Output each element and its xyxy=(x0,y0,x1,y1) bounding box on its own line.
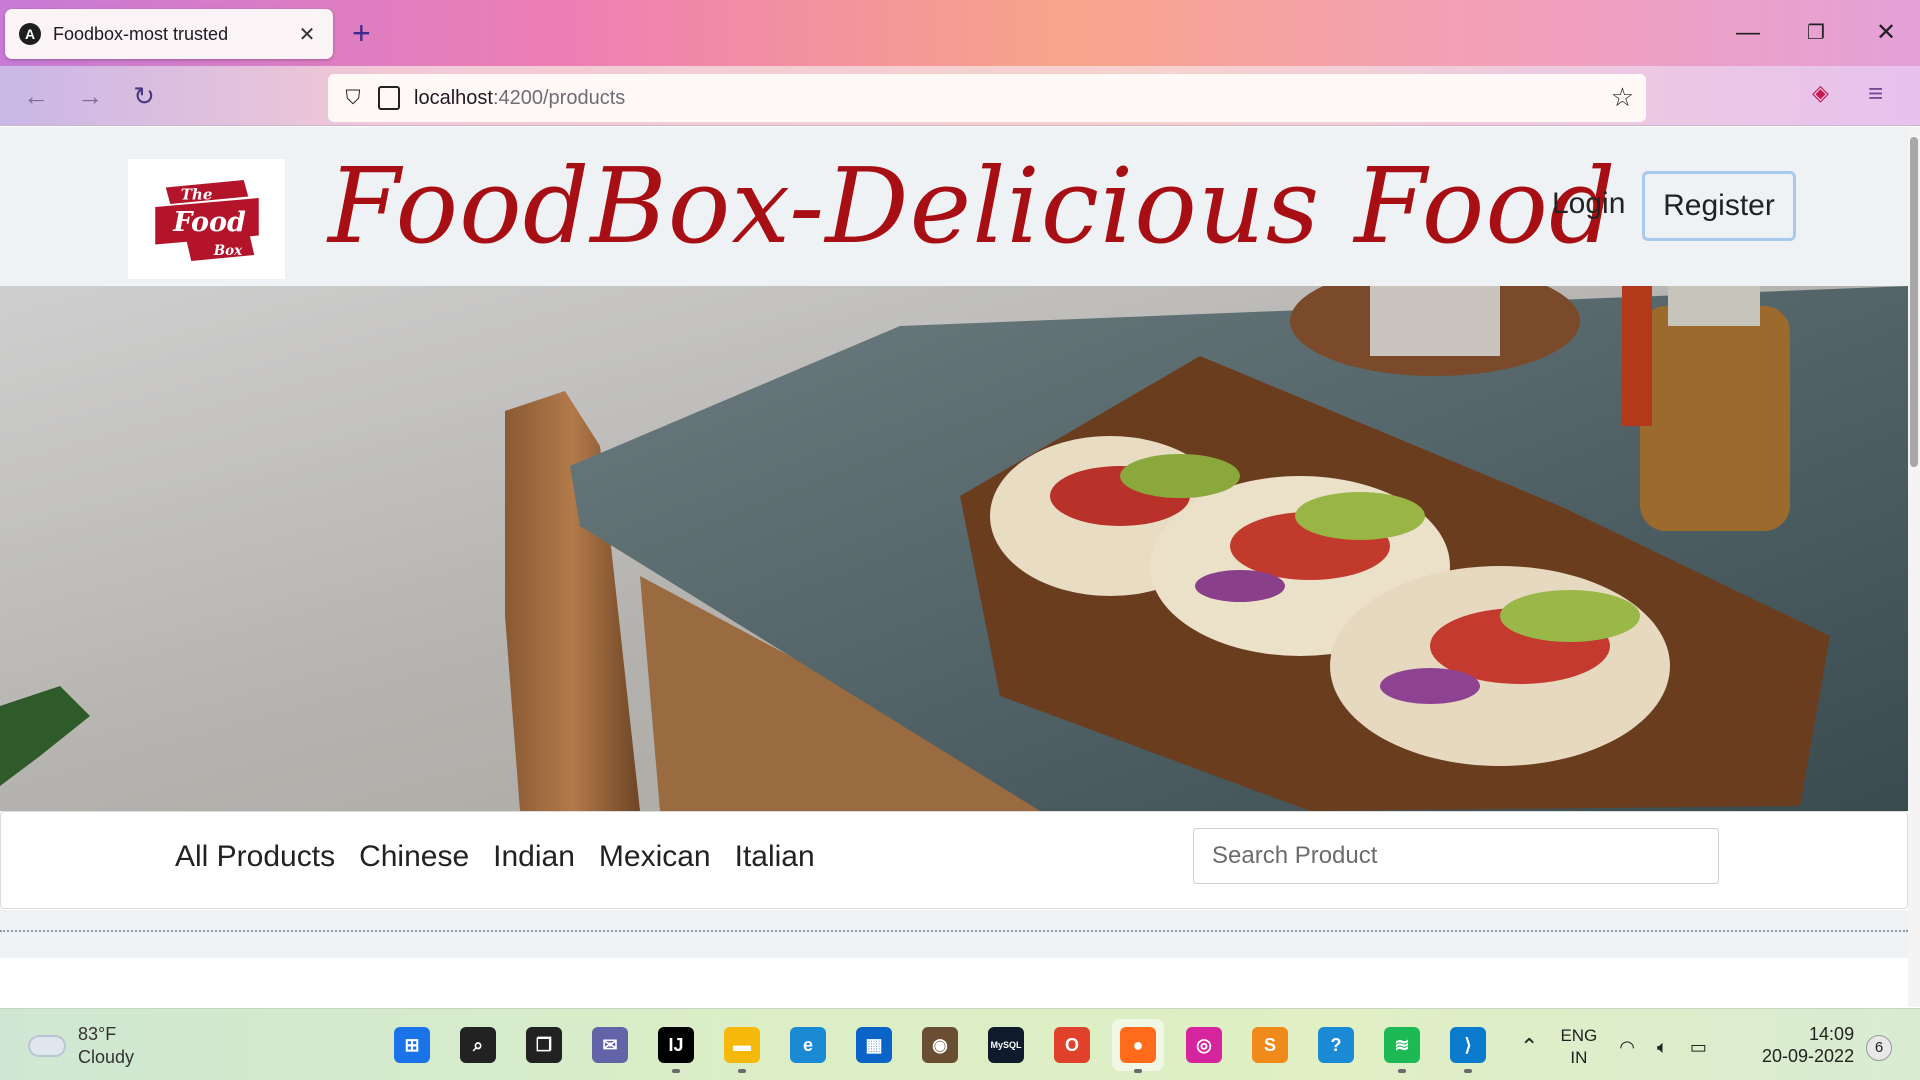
tacos-photo xyxy=(0,286,1908,811)
office-icon-glyph: O xyxy=(1054,1027,1090,1063)
spotify-icon[interactable]: ≋ xyxy=(1376,1019,1428,1073)
vscode-icon[interactable]: ⟩ xyxy=(1442,1019,1494,1073)
category-navigation-bar: All Products Chinese Indian Mexican Ital… xyxy=(0,811,1908,909)
register-button[interactable]: Register xyxy=(1642,171,1796,241)
task-view-icon[interactable]: ❐ xyxy=(518,1019,570,1071)
hero-banner-image xyxy=(0,286,1908,811)
mysql-icon-glyph: MySQL xyxy=(988,1027,1024,1063)
system-tray: ⌃ ENG IN ◠ 🔈︎ ▭ xyxy=(1520,1025,1707,1069)
running-indicator xyxy=(672,1069,680,1073)
store-icon[interactable]: ▦ xyxy=(848,1019,900,1071)
wifi-icon[interactable]: ◠ xyxy=(1619,1037,1635,1058)
running-indicator xyxy=(1398,1069,1406,1073)
language-indicator[interactable]: ENG IN xyxy=(1560,1025,1597,1069)
products-content-area xyxy=(0,910,1908,958)
site-header: The Food Box FoodBox-Delicious Food Logi… xyxy=(0,127,1908,286)
running-indicator xyxy=(1464,1069,1472,1073)
tracking-shield-icon[interactable]: ⛉ xyxy=(338,87,368,110)
show-hidden-icons-icon[interactable]: ⌃ xyxy=(1520,1034,1538,1060)
edge-icon-glyph: e xyxy=(790,1027,826,1063)
svg-text:The: The xyxy=(180,186,212,204)
clock-date: 20-09-2022 xyxy=(1762,1046,1855,1066)
office-icon[interactable]: O xyxy=(1046,1019,1098,1071)
volume-icon[interactable]: 🔈︎ xyxy=(1657,1037,1668,1058)
pocket-icon[interactable]: ◈ xyxy=(1812,80,1829,106)
instagram-icon[interactable]: ◎ xyxy=(1178,1019,1230,1071)
reload-icon[interactable]: ↻ xyxy=(126,78,162,114)
back-arrow-icon[interactable]: ← xyxy=(18,78,54,114)
spotify-icon-glyph: ≋ xyxy=(1384,1027,1420,1063)
bookmark-star-icon[interactable]: ☆ xyxy=(1611,82,1634,113)
weather-widget[interactable]: 83°F Cloudy xyxy=(28,1023,134,1069)
close-tab-icon[interactable]: ✕ xyxy=(295,22,319,47)
browser-tab-strip: A Foodbox-most trusted ✕ + — ❐ ✕ xyxy=(0,0,1920,66)
restore-window-button[interactable]: ❐ xyxy=(1796,16,1836,50)
category-links: All Products Chinese Indian Mexican Ital… xyxy=(175,840,815,874)
system-clock[interactable]: 14:09 20-09-2022 xyxy=(1762,1023,1854,1067)
category-italian[interactable]: Italian xyxy=(735,840,815,874)
dotted-divider xyxy=(0,930,1908,932)
weather-condition: Cloudy xyxy=(78,1047,135,1067)
new-tab-button[interactable]: + xyxy=(352,16,371,50)
search-product-input[interactable] xyxy=(1193,828,1719,884)
page-info-icon[interactable] xyxy=(378,86,400,110)
category-indian[interactable]: Indian xyxy=(493,840,575,874)
teams-chat-icon-glyph: ✉ xyxy=(592,1027,628,1063)
angular-favicon-icon: A xyxy=(19,23,41,45)
weather-temperature: 83°F xyxy=(78,1024,117,1044)
foodbox-logo[interactable]: The Food Box xyxy=(128,159,285,279)
github-desktop-icon[interactable]: ◉ xyxy=(914,1019,966,1071)
file-explorer-icon[interactable]: ▬ xyxy=(716,1019,768,1073)
category-chinese[interactable]: Chinese xyxy=(359,840,469,874)
tab-title: Foodbox-most trusted xyxy=(53,23,229,44)
logo-ribbon-icon: The Food Box xyxy=(154,180,259,261)
clock-time: 14:09 xyxy=(1809,1024,1855,1044)
edge-icon[interactable]: e xyxy=(782,1019,834,1071)
hamburger-menu-icon[interactable]: ≡ xyxy=(1868,78,1883,109)
svg-text:Box: Box xyxy=(212,243,242,259)
notification-count-badge[interactable]: 6 xyxy=(1866,1035,1892,1061)
cloud-icon xyxy=(28,1035,66,1057)
instagram-icon-glyph: ◎ xyxy=(1186,1027,1222,1063)
browser-tab[interactable]: A Foodbox-most trusted ✕ xyxy=(5,9,333,59)
login-link[interactable]: Login xyxy=(1552,187,1625,221)
svg-text:Food: Food xyxy=(172,207,246,238)
store-icon-glyph: ▦ xyxy=(856,1027,892,1063)
help-icon[interactable]: ? xyxy=(1310,1019,1362,1071)
taskbar-apps: ⊞ ⌕ ❐ ✉ IJ ▬ e ▦ ◉ MySQL O ● ◎ S? ≋ ⟩ xyxy=(386,1019,1494,1073)
category-mexican[interactable]: Mexican xyxy=(599,840,711,874)
search-icon-glyph: ⌕ xyxy=(460,1027,496,1063)
browser-navigation-bar: ← → ↻ ⛉ localhost:4200/products ☆ ◈ ≡ xyxy=(0,66,1920,126)
task-view-icon-glyph: ❐ xyxy=(526,1027,562,1063)
url-text[interactable]: localhost:4200/products xyxy=(414,87,625,110)
running-indicator xyxy=(738,1069,746,1073)
firefox-icon[interactable]: ● xyxy=(1112,1019,1164,1073)
start-icon-glyph: ⊞ xyxy=(394,1027,430,1063)
sublime-icon[interactable]: S xyxy=(1244,1019,1296,1071)
minimize-window-button[interactable]: — xyxy=(1728,16,1768,50)
close-window-button[interactable]: ✕ xyxy=(1866,16,1906,50)
site-title: FoodBox-Delicious Food xyxy=(328,145,1617,267)
page-scrollbar[interactable] xyxy=(1908,127,1920,1007)
start-icon[interactable]: ⊞ xyxy=(386,1019,438,1071)
search-icon[interactable]: ⌕ xyxy=(452,1019,504,1071)
github-desktop-icon-glyph: ◉ xyxy=(922,1027,958,1063)
vscode-icon-glyph: ⟩ xyxy=(1450,1027,1486,1063)
scrollbar-thumb[interactable] xyxy=(1910,137,1918,467)
running-indicator xyxy=(1134,1069,1142,1073)
help-icon-glyph: ? xyxy=(1318,1027,1354,1063)
file-explorer-icon-glyph: ▬ xyxy=(724,1027,760,1063)
teams-chat-icon[interactable]: ✉ xyxy=(584,1019,636,1071)
windows-taskbar: 83°F Cloudy ⊞ ⌕ ❐ ✉ IJ ▬ e ▦ ◉ MySQL O ● ◎ S? ≋ ⟩ ⌃ ENG… xyxy=(0,1008,1920,1080)
mysql-icon[interactable]: MySQL xyxy=(980,1019,1032,1071)
intellij-icon[interactable]: IJ xyxy=(650,1019,702,1073)
battery-icon[interactable]: ▭ xyxy=(1690,1037,1707,1058)
forward-arrow-icon[interactable]: → xyxy=(72,78,108,114)
firefox-icon-glyph: ● xyxy=(1120,1027,1156,1063)
sublime-icon-glyph: S xyxy=(1252,1027,1288,1063)
category-all-products[interactable]: All Products xyxy=(175,840,335,874)
intellij-icon-glyph: IJ xyxy=(658,1027,694,1063)
address-bar[interactable]: ⛉ localhost:4200/products ☆ xyxy=(328,74,1646,122)
